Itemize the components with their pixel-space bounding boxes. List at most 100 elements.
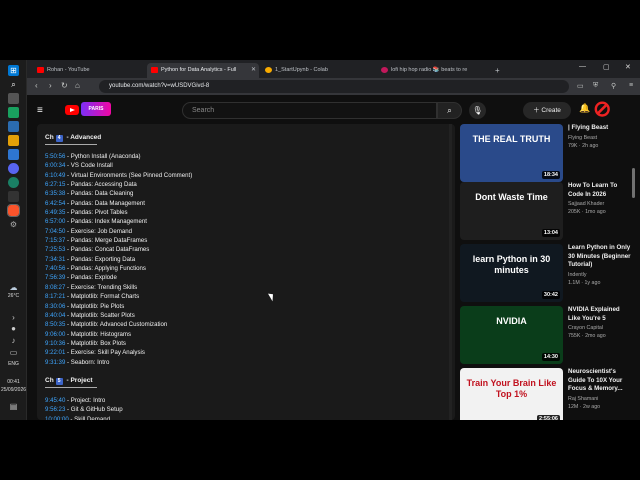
chapter-timestamp-link[interactable]: 8:08:27 (45, 284, 65, 291)
cast-icon[interactable]: ▭ (577, 82, 584, 90)
weather-icon[interactable]: ☁ (8, 282, 19, 293)
page-scrollbar[interactable] (632, 168, 635, 198)
chapter-timestamp-link[interactable]: 6:10:49 (45, 172, 65, 179)
video-thumbnail[interactable]: Train Your Brain Like Top 1% 2:55:06 (460, 368, 563, 420)
create-button[interactable]: ＋ Create (523, 102, 571, 119)
channel-name[interactable]: Flying Beast (568, 135, 632, 141)
language[interactable]: ENG (0, 361, 27, 367)
channel-name[interactable]: Raj Shamani (568, 396, 632, 402)
tab-rohan-youtube[interactable]: Rohan - YouTube (33, 63, 145, 78)
recommended-video[interactable]: learn Python in 30 minutes 30:42 Learn Pyt… (460, 244, 635, 302)
chapter-timestamp-link[interactable]: 9:10:36 (45, 340, 65, 347)
video-thumbnail[interactable]: Dont Waste Time 13:04 (460, 182, 563, 240)
menu-icon[interactable]: ≡ (629, 82, 633, 89)
extensions-icon[interactable]: ⚲ (611, 82, 616, 90)
search-button[interactable]: ⌕ (437, 102, 462, 119)
tab-lofi-radio[interactable]: lofi hip hop radio 📚 beats to re (377, 63, 489, 78)
video-thumbnail[interactable]: learn Python in 30 minutes 30:42 (460, 244, 563, 302)
battery-icon[interactable]: ▭ (8, 347, 19, 358)
chapter-timestamp-link[interactable]: 5:50:56 (45, 153, 65, 160)
chapter-row: 9:22:01 - Exercise: Skill Pay Analysis (45, 348, 345, 357)
chapter-timestamp-link[interactable]: 8:17:21 (45, 293, 65, 300)
home-icon[interactable]: ⌂ (75, 81, 80, 90)
chapter-timestamp-link[interactable]: 10:00:00 (45, 416, 69, 420)
recommended-video[interactable]: THE REAL TRUTH 18:34 | Flying Beast Flying … (460, 124, 635, 182)
forward-icon[interactable]: › (49, 81, 52, 90)
search-input[interactable]: Search (182, 102, 437, 119)
chapter-timestamp-link[interactable]: 8:30:06 (45, 303, 65, 310)
app-icon[interactable] (8, 107, 19, 118)
mic-tray-icon[interactable]: ● (8, 323, 19, 334)
chapter-timestamp-link[interactable]: 9:45:40 (45, 397, 65, 404)
description-scrollbar[interactable] (449, 124, 452, 420)
chapter-timestamp-link[interactable]: 7:40:56 (45, 265, 65, 272)
chapter-timestamp-link[interactable]: 6:00:34 (45, 162, 65, 169)
app-icon[interactable] (8, 121, 19, 132)
voice-search-icon[interactable]: 🎙 (469, 102, 486, 119)
maximize-icon[interactable]: ▢ (603, 63, 610, 71)
chapter-timestamp-link[interactable]: 7:15:37 (45, 237, 65, 244)
reload-icon[interactable]: ↻ (61, 81, 68, 90)
recommended-video[interactable]: Dont Waste Time 13:04 How To Learn To Code… (460, 182, 635, 240)
start-icon[interactable]: ⊞ (8, 65, 19, 76)
tab-colab[interactable]: 1_StartUpynb - Colab (261, 63, 373, 78)
chapter-title: - Virtual Environments (See Pinned Comme… (65, 171, 193, 179)
notification-icon[interactable]: ▤ (8, 401, 19, 412)
chapter-timestamp-link[interactable]: 7:56:39 (45, 274, 65, 281)
chapter-row: 10:00:00 - Skill Demand (45, 415, 345, 420)
video-duration: 13:04 (541, 229, 560, 237)
channel-name[interactable]: Sajjaad Khader (568, 201, 632, 207)
minimize-icon[interactable]: — (579, 63, 586, 70)
address-bar[interactable]: youtube.com/watch?v=wUSDVGivd-8 (99, 80, 569, 93)
chapter-timestamp-link[interactable]: 6:27:15 (45, 181, 65, 188)
video-thumbnail[interactable]: THE REAL TRUTH 18:34 (460, 124, 563, 182)
hamburger-menu-icon[interactable]: ≡ (37, 105, 43, 116)
taskview-icon[interactable] (8, 93, 19, 104)
search-icon[interactable]: ⌕ (8, 79, 19, 90)
chapter-row: 9:06:00 - Matplotlib: Histograms (45, 330, 345, 339)
chapter-timestamp-link[interactable]: 9:56:23 (45, 406, 65, 413)
chapter-timestamp-link[interactable]: 7:34:31 (45, 256, 65, 263)
vscode-icon[interactable] (8, 149, 19, 160)
video-title[interactable]: NVIDIA Explained Like You're 5 (568, 306, 632, 323)
recommended-video[interactable]: Train Your Brain Like Top 1% 2:55:06 Neuro… (460, 368, 635, 420)
clock-time[interactable]: 00:41 (0, 379, 27, 385)
terminal-icon[interactable] (8, 191, 19, 202)
chapter-timestamp-link[interactable]: 6:35:38 (45, 190, 65, 197)
chapter-timestamp-link[interactable]: 7:25:53 (45, 246, 65, 253)
brave-browser-icon[interactable] (7, 204, 20, 217)
chapter-timestamp-link[interactable]: 9:22:01 (45, 349, 65, 356)
settings-icon[interactable]: ⚙ (8, 219, 19, 230)
new-tab-button[interactable]: + (491, 63, 505, 78)
video-title[interactable]: Neuroscientist's Guide To 10X Your Focus… (568, 368, 632, 394)
video-title[interactable]: How To Learn To Code In 2026 (568, 182, 632, 199)
close-window-icon[interactable]: ✕ (625, 63, 631, 71)
back-icon[interactable]: ‹ (35, 81, 38, 90)
chapter-timestamp-link[interactable]: 9:06:00 (45, 331, 65, 338)
close-tab-icon[interactable]: ✕ (251, 63, 256, 78)
video-thumbnail[interactable]: NVIDIA 14:30 (460, 306, 563, 364)
chapter-timestamp-link[interactable]: 7:04:50 (45, 228, 65, 235)
chapter-timestamp-link[interactable]: 6:49:35 (45, 209, 65, 216)
discord-icon[interactable] (8, 163, 19, 174)
brave-shield-icon[interactable]: ⛨ (593, 82, 598, 90)
folder-icon[interactable] (8, 135, 19, 146)
youtube-logo-icon[interactable] (65, 105, 79, 115)
clock-date[interactable]: 25/09/2026 (0, 387, 27, 393)
tab-python-data-analytics[interactable]: Python for Data Analytics - Full ✕ (147, 63, 259, 78)
youtube-doodle[interactable]: PARIS (81, 102, 111, 116)
channel-name[interactable]: Indently (568, 272, 632, 278)
chapter-timestamp-link[interactable]: 9:31:39 (45, 359, 65, 366)
video-title[interactable]: | Flying Beast (568, 124, 632, 133)
chapter-timestamp-link[interactable]: 8:50:35 (45, 321, 65, 328)
chevron-up-icon[interactable]: › (8, 312, 19, 323)
chapter-timestamp-link[interactable]: 6:57:00 (45, 218, 65, 225)
chapter-timestamp-link[interactable]: 8:40:04 (45, 312, 65, 319)
channel-name[interactable]: Crayon Capital (568, 325, 632, 331)
chapter-timestamp-link[interactable]: 6:42:54 (45, 200, 65, 207)
recommended-video[interactable]: NVIDIA 14:30 NVIDIA Explained Like You're … (460, 306, 635, 364)
app-icon[interactable] (8, 177, 19, 188)
video-title[interactable]: Learn Python in Only 30 Minutes (Beginne… (568, 244, 632, 270)
notifications-bell-icon[interactable]: 🔔 (579, 103, 590, 114)
volume-icon[interactable]: ♪ (8, 335, 19, 346)
